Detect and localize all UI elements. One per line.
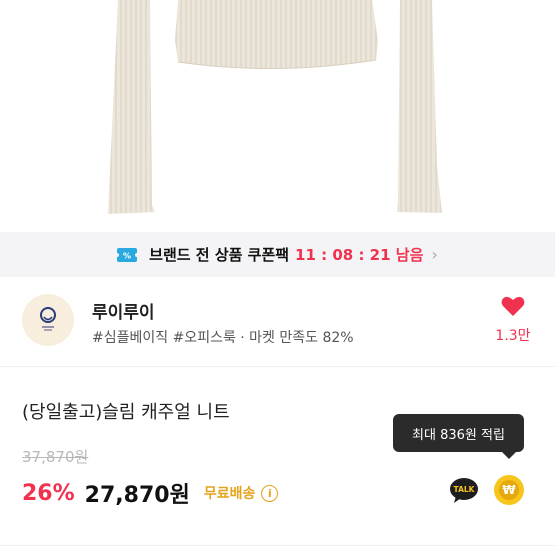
coupon-label: 브랜드 전 상품 쿠폰팩 xyxy=(149,246,290,264)
knit-sweater-image xyxy=(108,0,442,214)
coupon-timer: 11 : 08 : 21 남음 xyxy=(295,246,424,264)
sale-price: 27,870원 xyxy=(84,483,190,508)
points-button[interactable]: ₩ xyxy=(494,475,524,505)
points-tooltip: 최대 836원 적립 xyxy=(393,414,524,452)
chevron-right-icon: › xyxy=(431,245,438,264)
original-price: 37,870원 xyxy=(22,448,89,466)
heart-icon xyxy=(501,296,525,316)
kakao-talk-button[interactable]: TALK xyxy=(449,477,479,505)
section-divider xyxy=(0,367,555,379)
product-image[interactable] xyxy=(0,0,555,232)
coupon-banner[interactable]: % 브랜드 전 상품 쿠폰팩 11 : 08 : 21 남음 › xyxy=(0,232,555,277)
info-icon[interactable]: i xyxy=(261,484,279,502)
talk-label: TALK xyxy=(454,485,476,494)
like-button[interactable]: 1.3만 xyxy=(491,295,535,345)
shipping-label: 무료배송 xyxy=(203,486,256,502)
coupon-ticket-icon: % xyxy=(117,247,138,262)
shop-name[interactable]: 루이루이 xyxy=(92,298,155,323)
product-title: (당일출고)슬림 캐주얼 니트 xyxy=(22,402,230,423)
shop-row[interactable]: 루이루이 #심플베이직 #오피스룩 · 마켓 만족도 82% 1.3만 xyxy=(0,277,555,367)
shop-logo[interactable] xyxy=(22,294,74,346)
won-icon: ₩ xyxy=(499,480,519,500)
like-count: 1.3만 xyxy=(495,328,531,344)
tooltip-arrow xyxy=(502,452,516,459)
talk-bubble-icon: TALK xyxy=(450,478,478,503)
bottom-divider xyxy=(0,545,555,546)
price-row: 26% 27,870원 무료배송 i xyxy=(22,477,279,509)
svg-text:%: % xyxy=(123,251,131,260)
shop-tags: #심플베이직 #오피스룩 · 마켓 만족도 82% xyxy=(92,330,354,346)
discount-rate: 26% xyxy=(22,480,75,506)
